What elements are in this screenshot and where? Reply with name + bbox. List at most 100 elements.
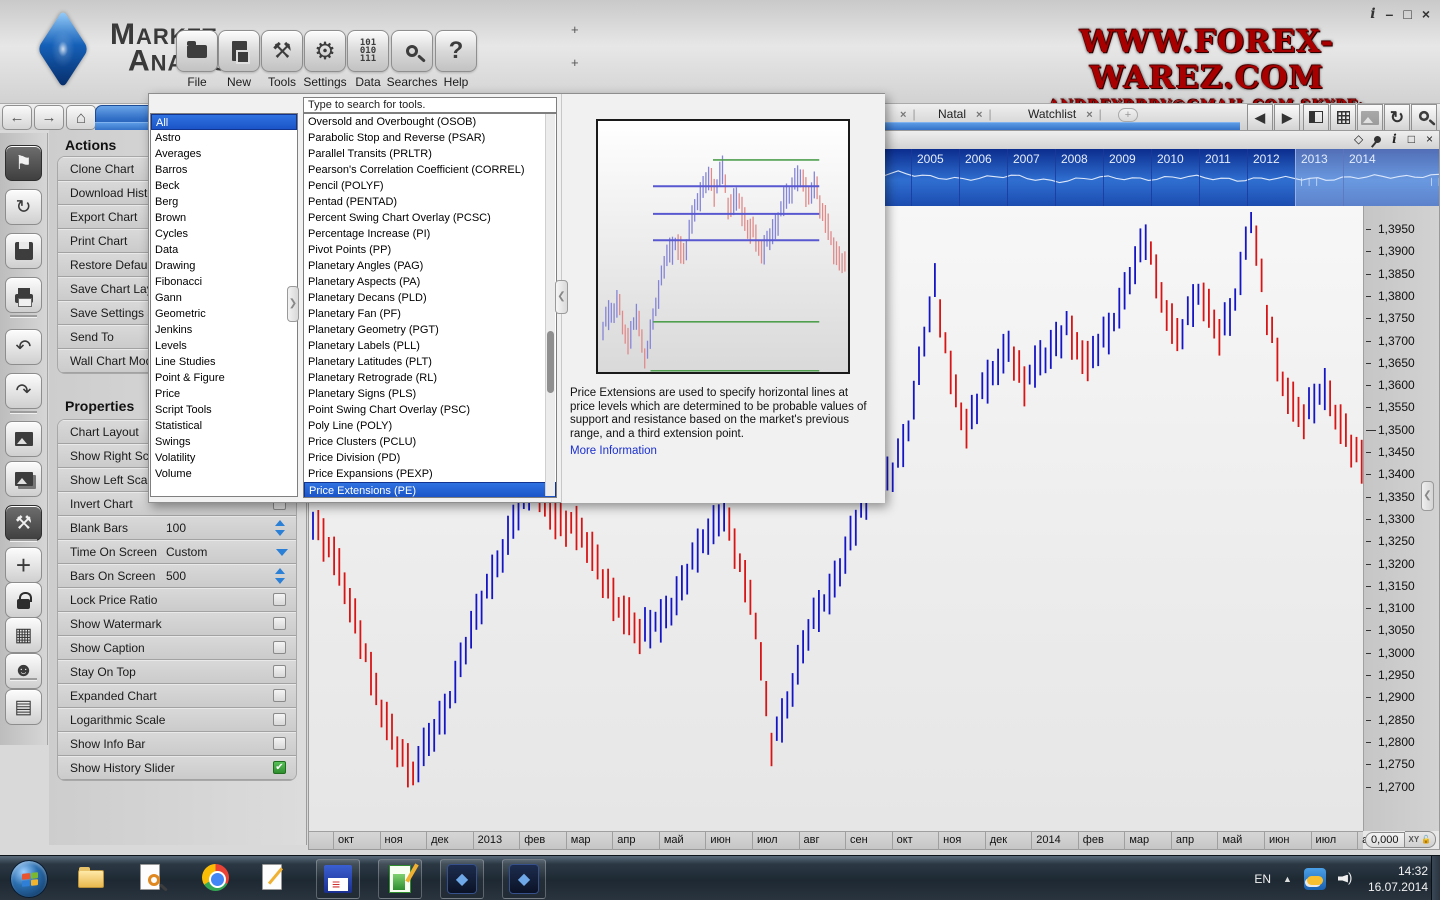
tool-item[interactable]: Planetary Latitudes (PLT) xyxy=(304,354,556,370)
category-item[interactable]: Averages xyxy=(151,146,297,162)
volume-icon[interactable] xyxy=(1338,870,1356,887)
help-button[interactable]: ? xyxy=(435,30,477,72)
checkbox[interactable] xyxy=(273,713,286,726)
backup-app-button[interactable] xyxy=(316,859,360,899)
property-row[interactable]: Show History Slider ✔ xyxy=(58,756,296,780)
market-analyst-app-button[interactable]: ◆ xyxy=(440,859,484,899)
start-button[interactable] xyxy=(10,860,48,898)
tools-button[interactable]: ⚒ xyxy=(261,30,303,72)
tool-item[interactable]: Pivot Points (PP) xyxy=(304,242,556,258)
chart-actions-button[interactable]: ⚑ xyxy=(5,145,42,181)
property-row[interactable]: Lock Price Ratio xyxy=(58,588,296,612)
tool-item[interactable]: Percentage Increase (PI) xyxy=(304,226,556,242)
category-item[interactable]: Gann xyxy=(151,290,297,306)
home-button[interactable]: ⌂ xyxy=(66,105,96,130)
grid-button[interactable] xyxy=(1330,104,1356,131)
tab-watchlist[interactable]: Watchlist × | xyxy=(1028,107,1102,121)
scrollbar-thumb[interactable] xyxy=(547,331,554,393)
tool-item[interactable]: Planetary Aspects (PA) xyxy=(304,274,556,290)
clock[interactable]: 14:32 16.07.2014 xyxy=(1368,863,1428,895)
history-selection[interactable]: ❘❘❘ ❘❘❘ xyxy=(1295,149,1439,206)
stepper-control[interactable] xyxy=(275,568,286,584)
category-item[interactable]: Point & Figure xyxy=(151,370,297,386)
tab-natal[interactable]: Natal × | xyxy=(938,107,992,121)
tool-item[interactable]: Poly Line (POLY) xyxy=(304,418,556,434)
tool-item[interactable]: Pearson's Correlation Coefficient (CORRE… xyxy=(304,162,556,178)
chevron-down-icon[interactable] xyxy=(276,549,288,556)
tool-item[interactable]: Pencil (POLYF) xyxy=(304,178,556,194)
tool-item[interactable]: Price Clusters (PCLU) xyxy=(304,434,556,450)
category-item[interactable]: Brown xyxy=(151,210,297,226)
tab-close-icon[interactable]: × | xyxy=(890,107,916,121)
minimize-icon[interactable]: – xyxy=(1386,6,1394,22)
refresh-image-button[interactable]: ↻ xyxy=(5,189,42,225)
lock-button[interactable] xyxy=(5,582,42,618)
tray-expand-icon[interactable]: ▲ xyxy=(1283,874,1292,884)
category-item[interactable]: Volatility xyxy=(151,450,297,466)
category-item[interactable]: Fibonacci xyxy=(151,274,297,290)
info-icon[interactable]: i xyxy=(1392,132,1397,146)
notepad-icon[interactable] xyxy=(262,864,292,894)
explorer-icon[interactable] xyxy=(78,864,108,894)
trainer-button[interactable]: ☻ xyxy=(5,653,42,689)
tool-list-scrollbar[interactable] xyxy=(545,114,555,496)
settings-button[interactable]: ⚙ xyxy=(304,30,346,72)
language-indicator[interactable]: EN xyxy=(1254,872,1271,886)
checkbox[interactable] xyxy=(273,737,286,750)
category-item[interactable]: All xyxy=(151,114,297,130)
preview-collapse-handle[interactable]: ❮ xyxy=(555,280,568,314)
category-item[interactable]: Price xyxy=(151,386,297,402)
new-button[interactable] xyxy=(218,30,260,72)
forward-button[interactable]: → xyxy=(34,105,64,130)
checkbox[interactable] xyxy=(273,641,286,654)
tool-item[interactable]: Point Swing Chart Overlay (PSC) xyxy=(304,402,556,418)
category-item[interactable]: Berg xyxy=(151,194,297,210)
refresh-button[interactable]: ↻ xyxy=(1384,104,1410,131)
property-row[interactable]: Blank Bars 100 xyxy=(58,516,296,540)
maximize-icon[interactable]: □ xyxy=(1403,6,1411,22)
tool-item[interactable]: Planetary Geometry (PGT) xyxy=(304,322,556,338)
save-button[interactable] xyxy=(5,233,42,269)
category-item[interactable]: Drawing xyxy=(151,258,297,274)
close-icon[interactable]: × xyxy=(1422,6,1430,22)
notes-button[interactable]: ▤ xyxy=(5,689,42,725)
prev-chart-button[interactable]: ◀ xyxy=(1247,104,1273,131)
tool-item[interactable]: Percent Swing Chart Overlay (PCSC) xyxy=(304,210,556,226)
category-item[interactable]: Script Tools xyxy=(151,402,297,418)
image-button[interactable] xyxy=(1357,104,1383,131)
property-row[interactable]: Show Watermark xyxy=(58,612,296,636)
property-row[interactable]: Bars On Screen 500 xyxy=(58,564,296,588)
property-row[interactable]: Expanded Chart xyxy=(58,684,296,708)
price-scale[interactable]: 1,3950 1,3900 1,3850 1,3800 1,3750 1,3700 1,36… xyxy=(1363,206,1439,831)
selection-right-handle[interactable]: ❘❘❘ xyxy=(1428,177,1439,189)
grid-button[interactable]: ▦ xyxy=(5,617,42,653)
weather-tray-icon[interactable] xyxy=(1303,867,1326,890)
tool-item[interactable]: Parabolic Stop and Reverse (PSAR) xyxy=(304,130,556,146)
tool-item[interactable]: Planetary Fan (PF) xyxy=(304,306,556,322)
chrome-icon[interactable] xyxy=(202,864,232,894)
checkbox[interactable] xyxy=(273,689,286,702)
category-item[interactable]: Jenkins xyxy=(151,322,297,338)
scale-collapse-handle[interactable]: ❮ xyxy=(1421,481,1434,511)
checkbox[interactable] xyxy=(273,665,286,678)
tool-item[interactable]: Parallel Transits (PRLTR) xyxy=(304,146,556,162)
back-button[interactable]: ← xyxy=(2,105,32,130)
searches-button[interactable] xyxy=(391,30,433,72)
close-icon[interactable]: × xyxy=(1426,132,1433,146)
category-item[interactable]: Astro xyxy=(151,130,297,146)
category-scroll-button[interactable]: ❯ xyxy=(287,286,299,322)
maximize-icon[interactable]: □ xyxy=(1408,132,1415,146)
tool-item[interactable]: Pentad (PENTAD) xyxy=(304,194,556,210)
category-item[interactable]: Line Studies xyxy=(151,354,297,370)
new-tab-button[interactable]: + xyxy=(1118,108,1138,122)
info-icon[interactable]: i xyxy=(1370,6,1375,22)
tool-item[interactable]: Planetary Signs (PLS) xyxy=(304,386,556,402)
undo-button[interactable]: ↶ xyxy=(5,329,42,365)
category-item[interactable]: Volume xyxy=(151,466,297,482)
category-item[interactable]: Statistical xyxy=(151,418,297,434)
category-item[interactable]: Beck xyxy=(151,178,297,194)
search-button[interactable] xyxy=(1411,104,1437,131)
redo-button[interactable]: ↷ xyxy=(5,373,42,409)
property-row[interactable]: Show Info Bar xyxy=(58,732,296,756)
selection-left-handle[interactable]: ❘❘❘ xyxy=(1298,177,1320,189)
